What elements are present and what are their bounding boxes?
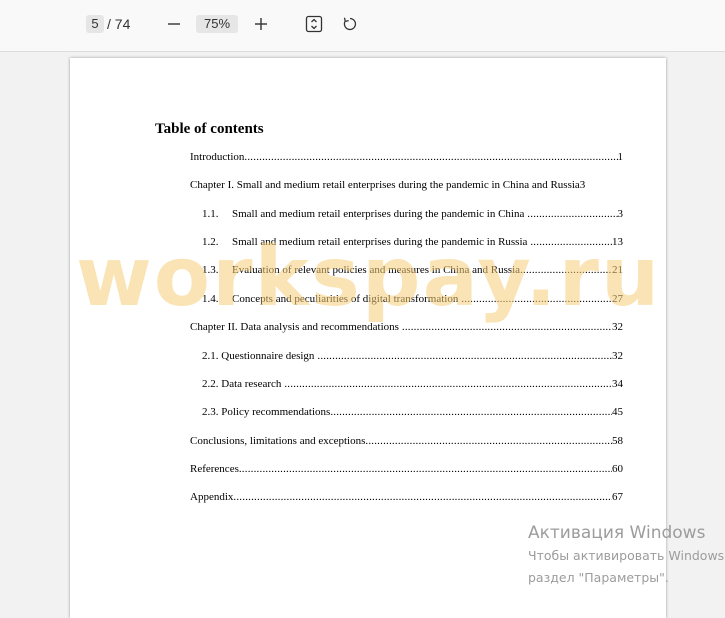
toc-leader-dots: ........................................… — [527, 208, 617, 220]
toc-entry-title: Conclusions, limitations and exceptions — [190, 435, 366, 447]
toc-entry-title: Small and medium retail enterprises duri… — [232, 236, 528, 248]
total-pages-label: / 74 — [107, 16, 131, 32]
toc-entry-page: 1 — [617, 151, 624, 163]
toc-leader-dots: ........................................… — [520, 264, 612, 276]
toc-leader-dots: ........................................… — [244, 151, 617, 163]
toc-entry-number: 1.2. — [202, 236, 219, 248]
fit-page-icon — [305, 15, 323, 33]
pdf-toolbar: 5 / 74 75% — [0, 0, 725, 52]
toc-entry-page: 3 — [617, 208, 624, 220]
toc-leader-dots: ........................................… — [365, 435, 612, 447]
toc-leader-dots: ........................................… — [330, 406, 612, 418]
toc-entry[interactable]: 2.2. Data research .....................… — [202, 377, 623, 391]
toc-entry-title: Evaluation of relevant policies and meas… — [232, 264, 521, 276]
toc-entry-title: 2.3. Policy recommendations — [202, 406, 331, 418]
current-page-input[interactable]: 5 — [86, 15, 104, 33]
toc-entry[interactable]: References .............................… — [190, 462, 623, 476]
toc-entry-title: 2.1. Questionnaire design — [202, 350, 315, 362]
toc-entry-number: 1.3. — [202, 264, 219, 276]
toc-entry-title: Small and medium retail enterprises duri… — [232, 208, 525, 220]
toc-leader-dots: ........................................… — [530, 236, 612, 248]
toc-entry-page: 45 — [612, 406, 623, 418]
toc-entry-page: 32 — [612, 321, 623, 333]
document-page: Table of contents Introduction .........… — [70, 58, 666, 618]
toc-entry[interactable]: 2.3. Policy recommendations ............… — [202, 405, 623, 419]
zoom-in-button[interactable] — [249, 12, 273, 36]
toc-leader-dots: ........................................… — [284, 378, 612, 390]
toc-entry[interactable]: Introduction ...........................… — [190, 150, 623, 164]
toc-entry-page: 3 — [579, 179, 586, 191]
zoom-out-button[interactable] — [162, 12, 186, 36]
toc-entry-page: 58 — [612, 435, 623, 447]
toc-entry-page: 21 — [612, 264, 623, 276]
toc-entry[interactable]: 1.1. Small and medium retail enterprises… — [202, 207, 623, 221]
toc-entry[interactable]: Chapter I. Small and medium retail enter… — [190, 178, 623, 192]
fit-to-page-button[interactable] — [302, 12, 326, 36]
toc-entry-page: 34 — [612, 378, 623, 390]
toc-entry-page: 13 — [612, 236, 623, 248]
toc-leader-dots: ........................................… — [401, 321, 612, 333]
plus-icon — [255, 18, 267, 30]
toc-entry-number: 1.1. — [202, 208, 219, 220]
toc-leader-dots: ........................................… — [233, 491, 612, 503]
toc-leader-dots: ........................................… — [317, 350, 612, 362]
toc-entry-number: 1.4. — [202, 293, 219, 305]
toc-entry-page: 32 — [612, 350, 623, 362]
toc-title: Table of contents — [155, 121, 264, 137]
toc-entry[interactable]: Conclusions, limitations and exceptions … — [190, 434, 623, 448]
toc-entry-page: 60 — [612, 463, 623, 475]
toc-leader-dots: ........................................… — [238, 463, 612, 475]
toc-entry-title: Chapter II. Data analysis and recommenda… — [190, 321, 399, 333]
rotate-button[interactable] — [338, 12, 362, 36]
toc-entry[interactable]: 1.2. Small and medium retail enterprises… — [202, 235, 623, 249]
toc-entry-page: 67 — [612, 491, 623, 503]
toc-entry-title: Chapter I. Small and medium retail enter… — [190, 179, 580, 191]
toc-entry-title: Appendix — [190, 491, 234, 503]
toc-entry-title: 2.2. Data research — [202, 378, 282, 390]
toc-entry[interactable]: 1.3. Evaluation of relevant policies and… — [202, 263, 623, 277]
toc-entry[interactable]: Chapter II. Data analysis and recommenda… — [190, 320, 623, 334]
toc-entry-title: References — [190, 463, 239, 475]
toc-entry-page: 27 — [612, 293, 623, 305]
toc-entry[interactable]: 2.1. Questionnaire design ..............… — [202, 349, 623, 363]
minus-icon — [168, 23, 180, 25]
toc-entry-title: Concepts and peculiarities of digital tr… — [232, 293, 459, 305]
rotate-icon — [343, 17, 357, 31]
zoom-level-input[interactable]: 75% — [196, 15, 238, 33]
toc-leader-dots: ........................................… — [461, 293, 612, 305]
toc-entry[interactable]: 1.4. Concepts and peculiarities of digit… — [202, 292, 623, 306]
toc-entry-title: Introduction — [190, 151, 245, 163]
toc-entry[interactable]: Appendix ...............................… — [190, 490, 623, 504]
